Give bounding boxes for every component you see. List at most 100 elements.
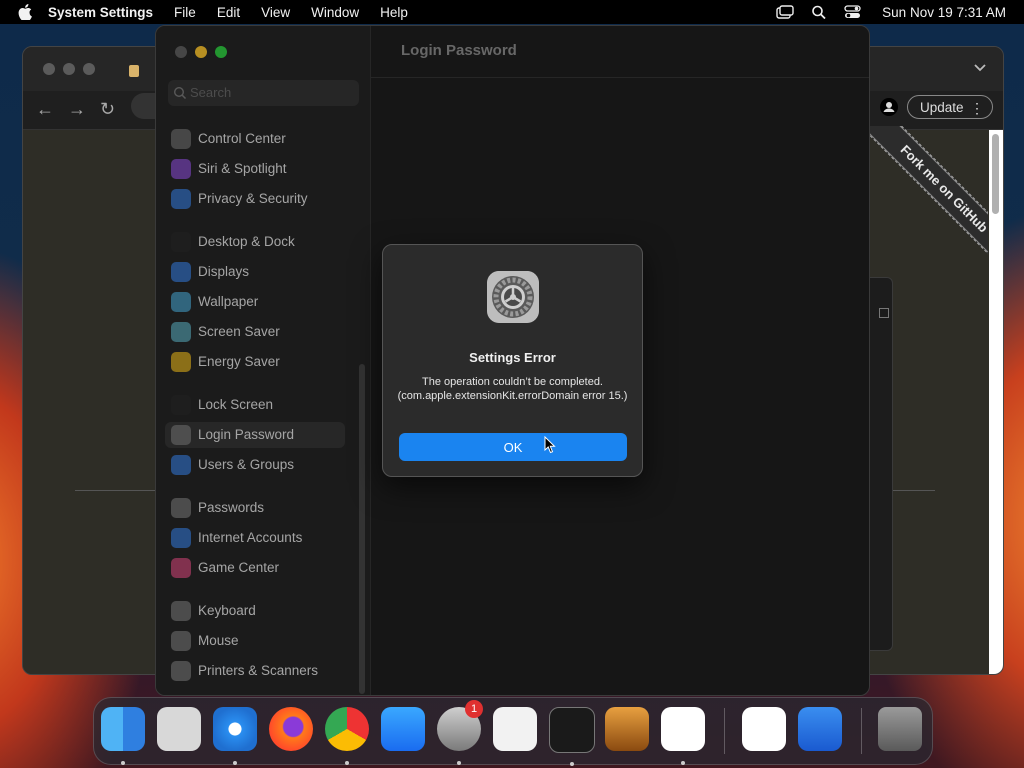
dock-app-store-icon[interactable] <box>381 707 425 751</box>
sidebar-item-label: Printers & Scanners <box>198 663 319 678</box>
search-icon <box>173 86 187 100</box>
dock-trash-icon[interactable] <box>878 707 922 751</box>
dock-garageband-icon[interactable] <box>605 707 649 751</box>
notification-badge: 1 <box>465 700 483 718</box>
sidebar-scrollbar[interactable] <box>359 364 365 694</box>
sidebar-item-users-groups[interactable]: Users & Groups <box>165 452 345 478</box>
running-indicator <box>233 761 237 765</box>
sidebar-item-keyboard[interactable]: Keyboard <box>165 598 345 624</box>
sidebar-item-label: Mouse <box>198 633 239 648</box>
settings-sidebar: Search Control Center Siri & Spotlight Pri… <box>156 26 371 695</box>
dock-firefox-icon[interactable] <box>269 707 313 751</box>
browser-close-button[interactable] <box>43 63 55 75</box>
sidebar-item-displays[interactable]: Displays <box>165 259 345 285</box>
ok-button[interactable]: OK <box>399 433 627 461</box>
apple-menu-icon[interactable] <box>18 4 32 20</box>
screen-mirroring-icon[interactable] <box>776 5 794 19</box>
sidebar-item-label: Energy Saver <box>198 354 280 369</box>
siri-spotlight-icon <box>171 159 191 179</box>
sidebar-item-label: Login Password <box>198 427 295 442</box>
menu-bar-clock[interactable]: Sun Nov 19 7:31 AM <box>882 5 1006 20</box>
browser-menu-icon[interactable]: ⋮ <box>958 96 984 120</box>
keyboard-icon <box>171 601 191 621</box>
dialog-title: Settings Error <box>469 350 556 365</box>
privacy-security-icon <box>171 189 191 209</box>
browser-zoom-button[interactable] <box>83 63 95 75</box>
system-settings-gear-icon <box>487 271 539 323</box>
github-ribbon-label[interactable]: Fork me on GitHub <box>870 126 988 266</box>
dock-system-settings-icon[interactable]: 1 <box>437 700 483 765</box>
login-password-icon <box>171 425 191 445</box>
sidebar-item-label: Desktop & Dock <box>198 234 295 249</box>
sidebar-search-input[interactable]: Search <box>168 80 359 106</box>
search-placeholder: Search <box>190 85 232 100</box>
dock-weather-icon[interactable] <box>798 707 842 751</box>
tab-favicon-icon[interactable] <box>129 65 139 77</box>
menu-window[interactable]: Window <box>311 5 359 20</box>
browser-scrollbar[interactable] <box>989 130 1003 674</box>
sidebar-item-label: Users & Groups <box>198 457 295 472</box>
sidebar-item-label: Internet Accounts <box>198 530 303 545</box>
screen-saver-icon <box>171 322 191 342</box>
dock-textedit-icon[interactable] <box>493 707 537 751</box>
dock-chrome-icon[interactable] <box>325 707 369 765</box>
scrollbar-thumb[interactable] <box>992 134 999 214</box>
sidebar-item-mouse[interactable]: Mouse <box>165 628 345 654</box>
control-center-icon[interactable] <box>844 5 862 19</box>
spotlight-search-icon[interactable] <box>810 5 828 19</box>
sidebar-item-game-center[interactable]: Game Center <box>165 555 345 581</box>
sidebar-item-internet-accounts[interactable]: Internet Accounts <box>165 525 345 551</box>
control-center-icon <box>171 129 191 149</box>
forward-icon[interactable]: → <box>68 99 86 120</box>
sidebar-item-siri-spotlight[interactable]: Siri & Spotlight <box>165 156 345 182</box>
page-title: Login Password <box>401 42 517 59</box>
profile-icon[interactable] <box>880 98 898 116</box>
dock-visual-studio-icon[interactable] <box>742 707 786 751</box>
app-menu[interactable]: System Settings <box>48 5 153 20</box>
close-button[interactable] <box>175 46 187 58</box>
sidebar-item-passwords[interactable]: Passwords <box>165 495 345 521</box>
sidebar-item-label: Wallpaper <box>198 294 259 309</box>
github-ribbon[interactable]: Fork me on GitHub <box>870 126 988 266</box>
sidebar-item-energy-saver[interactable]: Energy Saver <box>165 349 345 375</box>
dock-launchpad-icon[interactable] <box>157 707 201 751</box>
menu-view[interactable]: View <box>261 5 290 20</box>
running-indicator <box>345 761 349 765</box>
dock-terminal-icon[interactable] <box>549 707 595 766</box>
reload-icon[interactable]: ↻ <box>100 99 115 120</box>
sidebar-item-label: Siri & Spotlight <box>198 161 287 176</box>
sidebar-item-desktop-dock[interactable]: Desktop & Dock <box>165 229 345 255</box>
menu-file[interactable]: File <box>174 5 196 20</box>
zoom-button[interactable] <box>215 46 227 58</box>
sidebar-item-login-password[interactable]: Login Password <box>165 422 345 448</box>
wallpaper-icon <box>171 292 191 312</box>
sidebar-item-wallpaper[interactable]: Wallpaper <box>165 289 345 315</box>
printers-scanners-icon <box>171 661 191 681</box>
menu-bar: System Settings File Edit View Window He… <box>0 0 1024 24</box>
dock-vscode-icon[interactable] <box>661 707 705 765</box>
menu-help[interactable]: Help <box>380 5 408 20</box>
title-divider <box>370 77 869 78</box>
sidebar-item-control-center[interactable]: Control Center <box>165 126 345 152</box>
sidebar-item-privacy-security[interactable]: Privacy & Security <box>165 186 345 212</box>
displays-icon <box>171 262 191 282</box>
dialog-message: The operation couldn’t be completed. (co… <box>397 376 628 402</box>
internet-accounts-icon <box>171 528 191 548</box>
menu-edit[interactable]: Edit <box>217 5 240 20</box>
sidebar-item-lock-screen[interactable]: Lock Screen <box>165 392 345 418</box>
dock-separator <box>724 708 725 754</box>
update-button[interactable]: Update ⋮ <box>907 95 993 119</box>
minimize-button[interactable] <box>195 46 207 58</box>
tab-search-chevron-icon[interactable] <box>973 63 987 73</box>
dock-finder-icon[interactable] <box>101 707 145 765</box>
sidebar-item-printers-scanners[interactable]: Printers & Scanners <box>165 658 345 684</box>
dock-safari-icon[interactable] <box>213 707 257 765</box>
browser-minimize-button[interactable] <box>63 63 75 75</box>
running-indicator <box>681 761 685 765</box>
sidebar-item-screen-saver[interactable]: Screen Saver <box>165 319 345 345</box>
running-indicator <box>570 762 574 766</box>
passwords-icon <box>171 498 191 518</box>
game-center-icon <box>171 558 191 578</box>
back-icon[interactable]: ← <box>36 99 54 120</box>
window-control-icon <box>879 308 889 318</box>
